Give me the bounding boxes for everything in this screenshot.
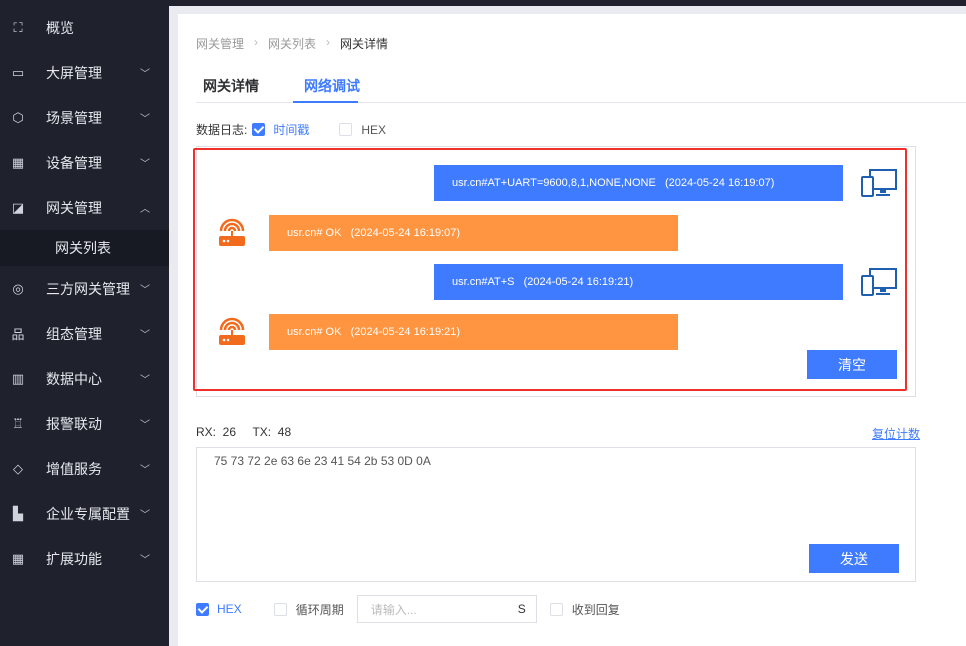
- breadcrumb-gateway-list[interactable]: 网关列表: [268, 35, 316, 52]
- chevron-icon: ﹀: [140, 555, 150, 566]
- chevron-icon: ﹀: [140, 159, 150, 170]
- timestamp-checkbox[interactable]: [252, 123, 266, 136]
- chevron-icon: ﹀: [140, 375, 150, 386]
- top-bar: [169, 0, 966, 6]
- chevron-icon: ﹀: [140, 114, 150, 125]
- tabs: 网关详情 网络调试: [196, 70, 966, 103]
- sidebar-item-label: 设备管理: [46, 154, 102, 171]
- sidebar-subitem-gateway-list[interactable]: 网关列表: [0, 230, 169, 266]
- loop-checkbox[interactable]: [273, 602, 287, 616]
- send-hex-label[interactable]: HEX: [217, 602, 242, 616]
- rx-tx-counts: RX: 26 TX: 48: [196, 425, 292, 439]
- reply-label[interactable]: 收到回复: [572, 601, 620, 618]
- chevron-icon: ﹀: [140, 69, 150, 80]
- cube-icon: ⬡: [12, 109, 24, 125]
- send-button[interactable]: 发送: [809, 544, 899, 573]
- breadcrumb-separator: ›: [326, 35, 331, 49]
- computer-device-icon: [861, 267, 897, 297]
- bar-chart-icon: ▥: [11, 370, 25, 386]
- tab-network-debug[interactable]: 网络调试: [304, 76, 360, 96]
- send-text: 75 73 72 2e 63 6e 23 41 54 2b 53 0D 0A: [214, 454, 431, 468]
- sidebar-item-label: 数据中心: [46, 370, 102, 387]
- sidebar-item-label: 概览: [46, 19, 74, 36]
- sidebar-item-label: 组态管理: [46, 325, 102, 342]
- computer-device-icon: [861, 168, 897, 198]
- sidebar-item-1[interactable]: ▭ 大屏管理 ﹀: [0, 50, 169, 95]
- sidebar-item-5[interactable]: ◎ 三方网关管理 ﹀: [0, 266, 169, 311]
- sidebar-item-3[interactable]: ▦ 设备管理 ﹀: [0, 140, 169, 185]
- log-hex-label[interactable]: HEX: [361, 123, 386, 137]
- clear-button[interactable]: 清空: [807, 350, 897, 379]
- scan-icon: ⛶: [13, 19, 23, 35]
- breadcrumb-current: 网关详情: [340, 37, 389, 51]
- hierarchy-icon: 品: [11, 327, 25, 342]
- diamond-icon: ◇: [13, 460, 23, 476]
- active-tab-indicator: [293, 101, 358, 103]
- tab-gateway-details[interactable]: 网关详情: [203, 76, 259, 96]
- sidebar-item-2[interactable]: ⬡ 场景管理 ﹀: [0, 95, 169, 140]
- sidebar-item-label: 网关管理: [46, 199, 102, 216]
- chevron-icon: ︿: [140, 204, 150, 215]
- timestamp-label[interactable]: 时间戳: [273, 121, 309, 138]
- sidebar-item-6[interactable]: 品 组态管理 ﹀: [0, 311, 169, 356]
- chevron-icon: ﹀: [140, 330, 150, 341]
- send-options: HEX 循环周期 请输入... S 收到回复: [196, 595, 620, 623]
- monitor-chart-icon: ▭: [11, 64, 25, 80]
- alarm-icon: ♖: [12, 415, 24, 431]
- grid-icon: ▦: [11, 154, 25, 170]
- chevron-icon: ﹀: [140, 510, 150, 521]
- sidebar-item-label: 报警联动: [46, 415, 102, 432]
- log-options: 数据日志: 时间戳 HEX: [196, 121, 386, 138]
- breadcrumb: 网关管理 › 网关列表 › 网关详情: [196, 35, 388, 52]
- received-message: usr.cn# OK (2024-05-24 16:19:21): [269, 314, 678, 350]
- chart-box-icon: ◪: [11, 199, 25, 215]
- period-placeholder: 请输入...: [370, 602, 417, 617]
- sidebar: ⛶ 概览 ▭ 大屏管理 ﹀ ⬡ 场景管理 ﹀ ▦ 设备管理 ﹀ ◪ 网关管理 ︿ ◎ 三方网关管理 ﹀ 品 组态管理…: [0, 0, 169, 646]
- log-options-label: 数据日志:: [196, 123, 248, 137]
- sent-message: usr.cn#AT+UART=9600,8,1,NONE,NONE (2024-…: [434, 165, 843, 201]
- sidebar-item-label: 企业专属配置: [46, 505, 130, 522]
- sidebar-item-10[interactable]: ▙ 企业专属配置 ﹀: [0, 491, 169, 536]
- sidebar-item-4[interactable]: ◪ 网关管理 ︿: [0, 185, 169, 230]
- breadcrumb-separator: ›: [254, 35, 259, 49]
- loop-label[interactable]: 循环周期: [296, 601, 344, 618]
- sent-message: usr.cn#AT+S (2024-05-24 16:19:21): [434, 264, 843, 300]
- sidebar-item-label: 增值服务: [46, 460, 102, 477]
- router-icon: [217, 317, 247, 347]
- chevron-icon: ﹀: [140, 285, 150, 296]
- sidebar-subitem-label: 网关列表: [55, 240, 111, 256]
- sidebar-item-8[interactable]: ♖ 报警联动 ﹀: [0, 401, 169, 446]
- router-icon: [217, 218, 247, 248]
- reset-count-link[interactable]: 复位计数: [872, 425, 920, 442]
- sidebar-item-label: 三方网关管理: [46, 280, 130, 297]
- apps-icon: ▦: [11, 550, 25, 566]
- send-textarea[interactable]: 75 73 72 2e 63 6e 23 41 54 2b 53 0D 0A: [196, 447, 916, 582]
- sidebar-item-label: 场景管理: [46, 109, 102, 126]
- chevron-icon: ﹀: [140, 420, 150, 431]
- period-input[interactable]: 请输入... S: [356, 595, 537, 623]
- log-hex-checkbox[interactable]: [339, 123, 353, 136]
- sidebar-item-label: 扩展功能: [46, 550, 102, 567]
- send-hex-checkbox[interactable]: [196, 602, 209, 616]
- building-icon: ▙: [13, 505, 23, 521]
- sidebar-item-11[interactable]: ▦ 扩展功能 ﹀: [0, 536, 169, 581]
- received-message: usr.cn# OK (2024-05-24 16:19:07): [269, 215, 678, 251]
- network-icon: ◎: [12, 280, 24, 296]
- reply-checkbox[interactable]: [549, 602, 563, 616]
- period-unit: S: [517, 602, 526, 616]
- sidebar-item-7[interactable]: ▥ 数据中心 ﹀: [0, 356, 169, 401]
- sidebar-item-label: 大屏管理: [46, 64, 102, 81]
- sidebar-item-9[interactable]: ◇ 增值服务 ﹀: [0, 446, 169, 491]
- chevron-icon: ﹀: [140, 465, 150, 476]
- sidebar-item-0[interactable]: ⛶ 概览: [0, 5, 169, 50]
- breadcrumb-gateway-mgmt[interactable]: 网关管理: [196, 35, 244, 52]
